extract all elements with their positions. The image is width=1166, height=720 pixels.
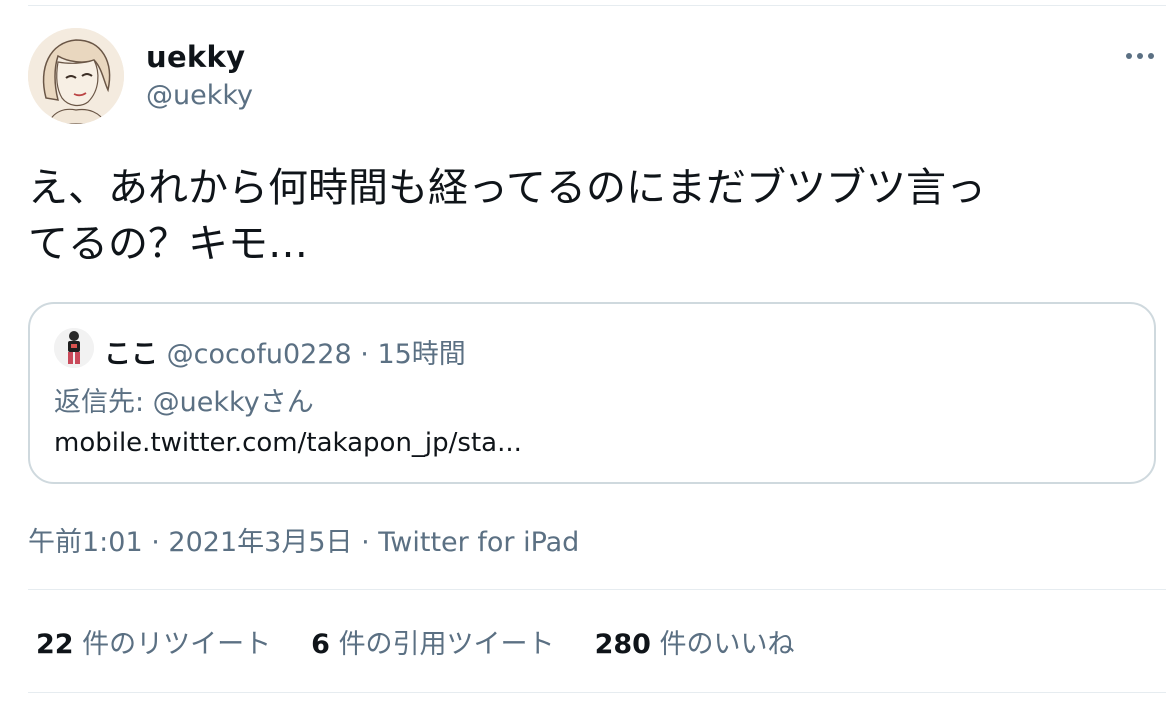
- quotes-count: 6: [311, 629, 330, 660]
- retweets-label: 件のリツイート: [82, 629, 272, 660]
- quotes-label: 件の引用ツイート: [338, 629, 555, 660]
- quotes-stat[interactable]: 6 件の引用ツイート: [311, 622, 554, 661]
- avatar-illustration: [28, 28, 124, 124]
- tweet-source[interactable]: Twitter for iPad: [378, 527, 579, 558]
- quote-avatar[interactable]: [54, 328, 94, 368]
- divider: [28, 692, 1166, 693]
- author-handle[interactable]: @uekky: [146, 80, 253, 111]
- likes-count: 280: [594, 629, 651, 660]
- stats-row: 22 件のリツイート 6 件の引用ツイート 280 件のいいね: [36, 622, 835, 661]
- likes-label: 件のいいね: [659, 629, 795, 660]
- tweet-header: uekky @uekky: [28, 28, 1166, 128]
- author-display-name[interactable]: uekky: [146, 40, 245, 74]
- quote-avatar-illustration: [54, 328, 94, 368]
- meta-separator: ·: [361, 527, 370, 558]
- more-button[interactable]: [1120, 42, 1160, 70]
- retweets-count: 22: [36, 629, 74, 660]
- meta-separator: ·: [151, 527, 160, 558]
- retweets-stat[interactable]: 22 件のリツイート: [36, 622, 271, 661]
- tweet-date[interactable]: 2021年3月5日: [168, 527, 352, 558]
- top-divider: [28, 5, 1166, 6]
- quote-author-handle[interactable]: @cocofu0228: [167, 339, 352, 370]
- avatar[interactable]: [28, 28, 124, 124]
- quote-author-name[interactable]: ここ: [104, 339, 158, 370]
- divider: [28, 589, 1166, 590]
- quote-separator: ·: [360, 339, 369, 370]
- quoted-tweet-card[interactable]: ここ @cocofu0228 · 15時間 返信先: @uekkyさん mobi…: [28, 302, 1156, 484]
- tweet-meta-row: 午前1:01 · 2021年3月5日 · Twitter for iPad: [28, 520, 579, 559]
- quote-meta: ここ @cocofu0228 · 15時間: [104, 332, 466, 371]
- more-horizontal-icon: [1126, 53, 1154, 59]
- quote-reply-to: 返信先: @uekkyさん: [54, 387, 314, 418]
- likes-stat[interactable]: 280 件のいいね: [595, 622, 795, 661]
- quote-link-text: mobile.twitter.com/takapon_jp/sta...: [54, 428, 522, 458]
- quote-time[interactable]: 15時間: [377, 339, 465, 370]
- tweet-time[interactable]: 午前1:01: [28, 527, 143, 558]
- tweet-text: え、あれから何時間も経ってるのにまだブツブツ言っ てるの？キモ…: [28, 165, 986, 267]
